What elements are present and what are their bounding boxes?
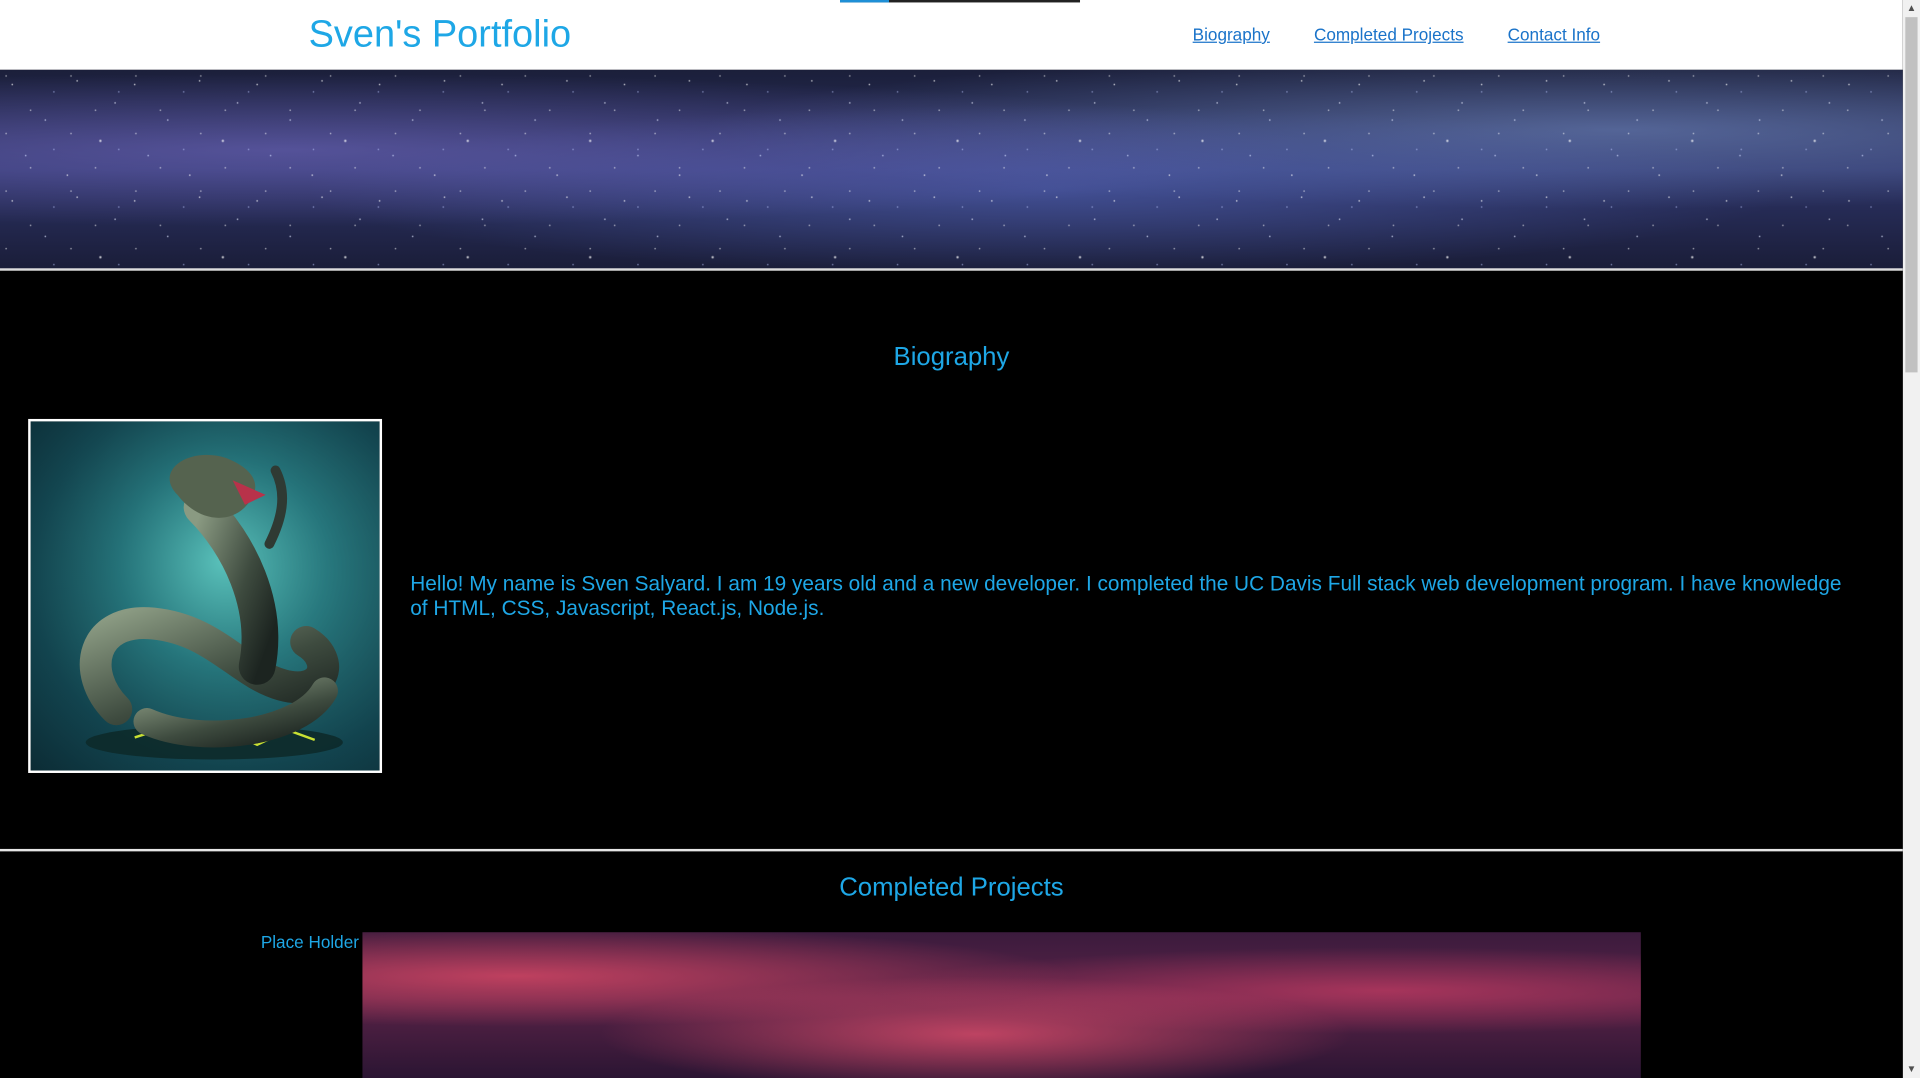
hero-banner-image: [0, 69, 1903, 270]
cobra-illustration: [30, 421, 380, 771]
page: Sven's Portfolio Biography Completed Pro…: [0, 0, 1903, 1078]
project-label-1: Place Holder 1: [260, 932, 374, 952]
nav-link-contact-info[interactable]: Contact Info: [1508, 25, 1600, 46]
project-image-1[interactable]: [362, 932, 1641, 1078]
completed-projects-heading: Completed Projects: [839, 873, 1064, 902]
section-divider: [0, 848, 1903, 852]
biography-heading: Biography: [893, 343, 1010, 372]
biography-text: Hello! My name is Sven Salyard. I am 19 …: [410, 572, 1842, 620]
nav-link-biography[interactable]: Biography: [1193, 25, 1270, 46]
nav-link-completed-projects[interactable]: Completed Projects: [1314, 25, 1464, 46]
main-nav: Biography Completed Projects Contact Inf…: [1193, 25, 1600, 46]
site-title: Sven's Portfolio: [308, 12, 572, 56]
hero-divider: [0, 268, 1903, 271]
scroll-down-arrow-icon[interactable]: ▼: [1903, 1061, 1920, 1078]
biography-photo: [28, 418, 383, 773]
scroll-up-arrow-icon[interactable]: ▲: [1903, 0, 1920, 17]
hero-stars-layer-2: [0, 69, 1903, 270]
site-header: Sven's Portfolio Biography Completed Pro…: [0, 0, 1903, 70]
loading-indicator: [840, 0, 1081, 3]
scrollbar-thumb[interactable]: [1905, 17, 1918, 373]
vertical-scrollbar[interactable]: ▲ ▼: [1902, 0, 1920, 1078]
loading-indicator-progress: [840, 0, 889, 3]
